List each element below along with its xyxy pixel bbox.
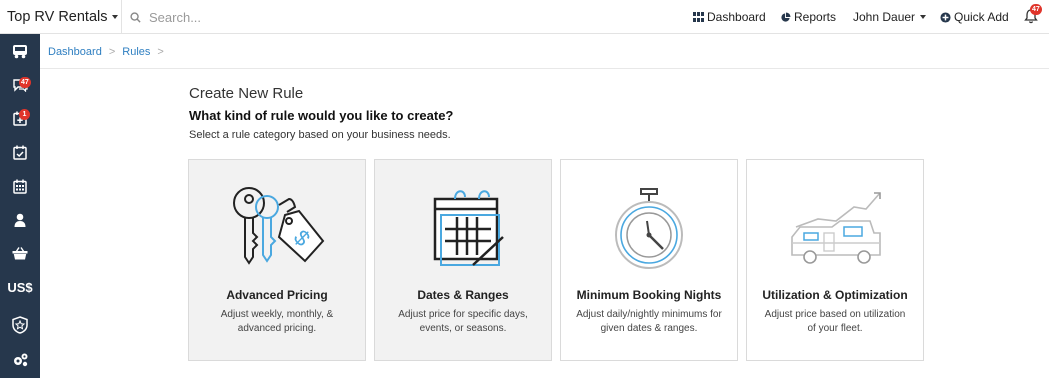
notifications-button[interactable]: 47 bbox=[1022, 4, 1044, 28]
card-title: Advanced Pricing bbox=[226, 288, 328, 302]
pie-chart-icon bbox=[781, 11, 791, 22]
sidebar-item-tasks[interactable]: 1 bbox=[0, 103, 40, 133]
breadcrumb-separator: > bbox=[157, 45, 164, 58]
rv-bus-icon bbox=[13, 44, 27, 58]
search-bar bbox=[130, 0, 430, 34]
notifications-badge: 47 bbox=[1030, 4, 1042, 15]
sidebar-item-currency[interactable]: US$ bbox=[0, 272, 40, 302]
sidebar: 47 1 US$ bbox=[0, 34, 40, 378]
rule-card-advanced-pricing[interactable]: $ Advanced Pricing Adjust weekly, monthl… bbox=[188, 159, 366, 361]
sidebar-item-rentals[interactable] bbox=[0, 36, 40, 66]
chevron-down-icon bbox=[920, 15, 927, 19]
user-icon bbox=[14, 213, 26, 227]
rule-card-utilization-optimization[interactable]: Utilization & Optimization Adjust price … bbox=[746, 159, 924, 361]
user-name: John Dauer bbox=[853, 10, 916, 24]
calendar-grid-icon bbox=[13, 179, 27, 194]
breadcrumb-rules[interactable]: Rules bbox=[122, 46, 150, 58]
sidebar-item-messages[interactable]: 47 bbox=[0, 70, 40, 100]
rule-card-dates-ranges[interactable]: Dates & Ranges Adjust price for specific… bbox=[374, 159, 552, 361]
sidebar-item-bookings[interactable] bbox=[0, 137, 40, 167]
breadcrumb-separator: > bbox=[108, 45, 116, 58]
sidebar-item-calendar[interactable] bbox=[0, 171, 40, 201]
page-title: Create New Rule bbox=[189, 85, 304, 102]
gears-icon bbox=[13, 353, 27, 366]
card-title: Utilization & Optimization bbox=[762, 288, 908, 302]
chevron-down-icon bbox=[112, 15, 119, 19]
sidebar-item-store[interactable] bbox=[0, 238, 40, 268]
top-bar: Top RV Rentals Dashboard Reports John Da… bbox=[0, 0, 1049, 34]
rv-growth-icon bbox=[747, 180, 923, 280]
keys-price-tag-icon: $ bbox=[189, 180, 365, 280]
rule-card-minimum-booking-nights[interactable]: Minimum Booking Nights Adjust daily/nigh… bbox=[560, 159, 738, 361]
sidebar-item-customers[interactable] bbox=[0, 205, 40, 235]
messages-badge: 47 bbox=[19, 77, 31, 88]
breadcrumb-dashboard[interactable]: Dashboard bbox=[48, 46, 102, 58]
quick-add-label: Quick Add bbox=[954, 10, 1009, 24]
card-title: Dates & Ranges bbox=[417, 288, 509, 302]
user-menu[interactable]: John Dauer bbox=[853, 0, 927, 34]
breadcrumb: Dashboard > Rules > bbox=[40, 35, 1049, 69]
basket-icon bbox=[12, 247, 28, 260]
nav-reports-label: Reports bbox=[794, 10, 837, 24]
card-description: Adjust daily/nightly minimums for given … bbox=[576, 309, 722, 334]
shield-star-icon bbox=[12, 316, 28, 334]
card-description: Adjust price for specific days, events, … bbox=[398, 309, 528, 334]
card-description: Adjust weekly, monthly, & advanced prici… bbox=[220, 309, 334, 334]
calendar-check-icon bbox=[13, 145, 27, 160]
stopwatch-icon bbox=[561, 180, 737, 280]
page-question: What kind of rule would you like to crea… bbox=[189, 108, 454, 123]
dashboard-grid-icon bbox=[693, 12, 704, 22]
page-subtitle: Select a rule category based on your bus… bbox=[189, 129, 451, 141]
search-icon bbox=[130, 11, 141, 23]
brand-name: Top RV Rentals bbox=[7, 9, 108, 25]
calendar-icon bbox=[375, 180, 551, 280]
brand-menu[interactable]: Top RV Rentals bbox=[0, 0, 122, 34]
nav-reports[interactable]: Reports bbox=[780, 0, 836, 34]
currency-label: US$ bbox=[7, 279, 33, 295]
nav-dashboard-label: Dashboard bbox=[707, 10, 766, 24]
sidebar-item-protection[interactable] bbox=[0, 310, 40, 340]
nav-dashboard[interactable]: Dashboard bbox=[693, 0, 766, 34]
card-description: Adjust price based on utilization of you… bbox=[764, 309, 906, 334]
search-input[interactable] bbox=[149, 9, 389, 25]
quick-add-button[interactable]: Quick Add bbox=[940, 0, 1009, 34]
card-title: Minimum Booking Nights bbox=[576, 288, 722, 302]
sidebar-item-settings[interactable] bbox=[0, 344, 40, 374]
tasks-badge: 1 bbox=[19, 109, 30, 120]
plus-circle-icon bbox=[940, 11, 951, 23]
